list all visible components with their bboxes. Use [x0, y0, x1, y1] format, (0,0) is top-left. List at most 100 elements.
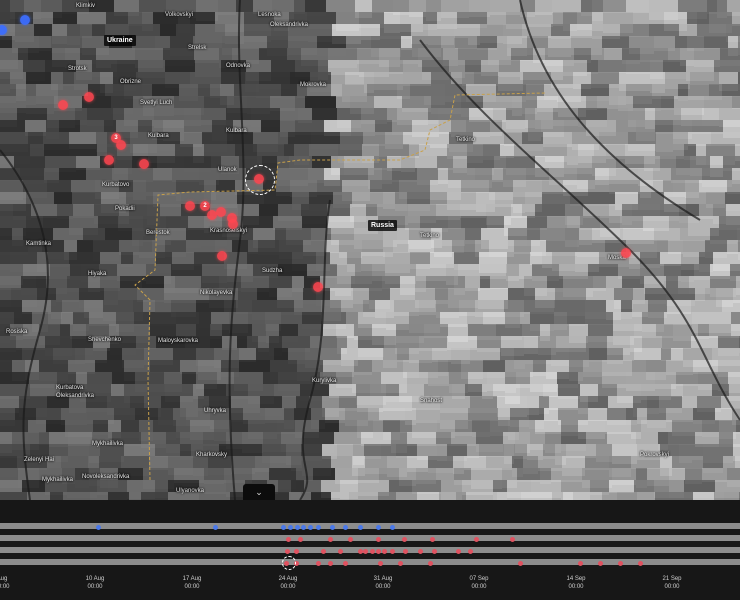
incident-marker[interactable] [58, 100, 68, 110]
timeline-event-dot[interactable] [417, 548, 423, 554]
terrain-shape [668, 432, 695, 445]
timeline-event-dot[interactable] [342, 560, 348, 566]
place-label: Strotsk [68, 66, 87, 72]
map-view[interactable]: Ukraine Russia Klimkiv Volkovskyi Strels… [0, 0, 740, 500]
selected-incident-marker[interactable] [254, 174, 264, 184]
incident-marker[interactable] [217, 251, 227, 261]
timeline-event-dot[interactable] [300, 524, 306, 530]
timeline-event-dot[interactable] [455, 548, 461, 554]
terrain-shape [626, 60, 650, 74]
incident-marker[interactable] [104, 155, 114, 165]
timeline-event-dot[interactable] [357, 524, 363, 530]
timeline-event-dot[interactable] [320, 548, 326, 554]
timeline-event-dot[interactable] [287, 524, 293, 530]
timeline-event-dot[interactable] [329, 524, 335, 530]
terrain-shape [305, 96, 336, 110]
timeline-event-dot[interactable] [315, 524, 321, 530]
timeline-event-dot[interactable] [397, 560, 403, 566]
terrain-shape [543, 384, 558, 397]
terrain-shape [626, 0, 649, 13]
terrain-shape [172, 168, 199, 182]
terrain-shape [464, 456, 486, 470]
incident-marker[interactable] [621, 248, 631, 258]
timeline-event-dot[interactable] [95, 524, 101, 530]
timeline-track[interactable] [0, 535, 740, 541]
terrain-shape [33, 12, 53, 24]
timeline-event-dot[interactable] [315, 560, 321, 566]
timeline-event-dot[interactable] [517, 560, 523, 566]
timeline-event-dot[interactable] [280, 524, 286, 530]
incident-marker[interactable] [84, 92, 94, 102]
terrain-shape [396, 492, 417, 500]
timeline-event-dot[interactable] [375, 548, 381, 554]
terrain-shape [403, 132, 430, 145]
timeline-event-dot[interactable] [431, 548, 437, 554]
timeline-event-dot[interactable] [342, 524, 348, 530]
timeline-event-dot[interactable] [284, 548, 290, 554]
timeline-event-dot[interactable] [467, 548, 473, 554]
terrain-shape [436, 468, 454, 480]
terrain-shape [661, 348, 671, 361]
timeline-event-dot[interactable] [293, 548, 299, 554]
terrain-shape [714, 492, 724, 500]
timeline-event-dot[interactable] [427, 560, 433, 566]
timeline-event-dot[interactable] [369, 548, 375, 554]
terrain-shape [714, 60, 740, 72]
timeline-event-dot[interactable] [375, 536, 381, 542]
timeline-cursor[interactable] [282, 556, 296, 570]
timeline-event-dot[interactable] [597, 560, 603, 566]
timeline-event-dot[interactable] [401, 536, 407, 542]
timeline-event-dot[interactable] [577, 560, 583, 566]
timeline-event-dot[interactable] [337, 548, 343, 554]
timeline-event-dot[interactable] [327, 560, 333, 566]
timeline-event-dot[interactable] [377, 560, 383, 566]
terrain-shape [374, 96, 402, 108]
timeline-event-dot[interactable] [362, 548, 368, 554]
terrain-shape [480, 276, 490, 290]
incident-marker[interactable] [185, 201, 195, 211]
timeline-event-dot[interactable] [297, 536, 303, 542]
terrain-shape [704, 96, 732, 108]
chevron-down-icon: ⌄ [255, 487, 263, 497]
incident-marker[interactable] [313, 282, 323, 292]
terrain-shape [275, 228, 286, 240]
timeline-track[interactable] [0, 523, 740, 529]
terrain-shape [273, 216, 302, 230]
timeline-event-dot[interactable] [473, 536, 479, 542]
timeline-event-dot[interactable] [212, 524, 218, 530]
terrain-shape [530, 252, 542, 265]
timeline-event-dot[interactable] [285, 536, 291, 542]
timeline-event-dot[interactable] [509, 536, 515, 542]
terrain-shape [309, 144, 338, 156]
incident-marker[interactable]: 2 [200, 201, 210, 211]
timeline-event-dot[interactable] [357, 548, 363, 554]
timeline-event-dot[interactable] [327, 536, 333, 542]
collapse-timeline-button[interactable]: ⌄ [243, 484, 275, 500]
incident-marker[interactable] [139, 159, 149, 169]
timeline-event-dot[interactable] [294, 524, 300, 530]
incident-marker[interactable] [216, 207, 226, 217]
terrain-shape [412, 480, 441, 494]
timeline-event-dot[interactable] [402, 548, 408, 554]
incident-marker[interactable] [20, 15, 30, 25]
terrain-shape [655, 120, 673, 134]
terrain-shape [390, 288, 415, 300]
terrain-shape [566, 444, 596, 458]
timeline-event-dot[interactable] [381, 548, 387, 554]
terrain-shape [339, 420, 357, 432]
timeline-event-dot[interactable] [347, 536, 353, 542]
incident-marker[interactable] [228, 219, 238, 229]
timeline-event-dot[interactable] [429, 536, 435, 542]
terrain-shape [389, 60, 403, 74]
timeline-event-dot[interactable] [375, 524, 381, 530]
terrain-shape [662, 336, 691, 349]
terrain-shape [675, 36, 687, 48]
timeline-event-dot[interactable] [617, 560, 623, 566]
timeline-event-dot[interactable] [637, 560, 643, 566]
timeline-track[interactable] [0, 559, 740, 565]
timeline-event-dot[interactable] [389, 548, 395, 554]
timeline-event-dot[interactable] [307, 524, 313, 530]
timeline-event-dot[interactable] [389, 524, 395, 530]
incident-marker[interactable] [116, 140, 126, 150]
terrain-shape [337, 444, 353, 456]
